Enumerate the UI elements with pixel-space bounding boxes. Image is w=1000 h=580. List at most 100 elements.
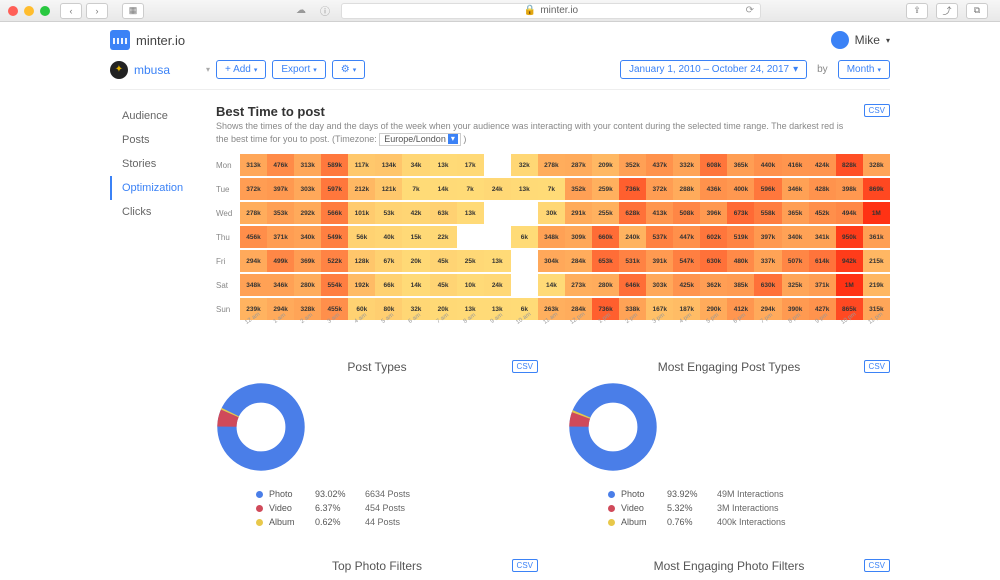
- heatmap-cell[interactable]: 14k: [402, 274, 429, 296]
- heatmap-cell[interactable]: 507k: [782, 250, 809, 272]
- heatmap-cell[interactable]: 278k: [538, 154, 565, 176]
- heatmap-cell[interactable]: 396k: [700, 202, 727, 224]
- heatmap-cell[interactable]: 34k: [402, 154, 429, 176]
- heatmap-cell[interactable]: 942k: [836, 250, 863, 272]
- heatmap-cell[interactable]: 353k: [267, 202, 294, 224]
- heatmap-cell[interactable]: 128k: [348, 250, 375, 272]
- heatmap-cell[interactable]: [484, 226, 511, 248]
- tabs-button[interactable]: ⧉: [966, 3, 988, 19]
- heatmap-cell[interactable]: 32k: [511, 154, 538, 176]
- csv-export-button[interactable]: CSV: [864, 559, 890, 572]
- heatmap-cell[interactable]: 14k: [538, 274, 565, 296]
- heatmap-cell[interactable]: 291k: [565, 202, 592, 224]
- csv-export-button[interactable]: CSV: [864, 360, 890, 373]
- csv-export-button[interactable]: CSV: [512, 559, 538, 572]
- heatmap-cell[interactable]: 391k: [646, 250, 673, 272]
- heatmap-cell[interactable]: 280k: [592, 274, 619, 296]
- heatmap-cell[interactable]: 630k: [700, 250, 727, 272]
- heatmap-cell[interactable]: 508k: [673, 202, 700, 224]
- heatmap-cell[interactable]: 292k: [294, 202, 321, 224]
- heatmap-cell[interactable]: 369k: [294, 250, 321, 272]
- heatmap-cell[interactable]: 348k: [538, 226, 565, 248]
- heatmap-cell[interactable]: 554k: [321, 274, 348, 296]
- heatmap-cell[interactable]: 304k: [538, 250, 565, 272]
- heatmap-cell[interactable]: 371k: [267, 226, 294, 248]
- heatmap-cell[interactable]: 30k: [538, 202, 565, 224]
- heatmap-cell[interactable]: 340k: [294, 226, 321, 248]
- heatmap-cell[interactable]: 1M: [836, 274, 863, 296]
- sidebar-item-posts[interactable]: Posts: [110, 128, 210, 152]
- heatmap-cell[interactable]: 424k: [809, 154, 836, 176]
- heatmap-cell[interactable]: 596k: [754, 178, 781, 200]
- heatmap-cell[interactable]: 425k: [673, 274, 700, 296]
- heatmap-cell[interactable]: 40k: [375, 226, 402, 248]
- heatmap-cell[interactable]: 134k: [375, 154, 402, 176]
- heatmap-cell[interactable]: 7k: [457, 178, 484, 200]
- heatmap-cell[interactable]: 13k: [430, 154, 457, 176]
- heatmap-cell[interactable]: 259k: [592, 178, 619, 200]
- heatmap-cell[interactable]: 42k: [402, 202, 429, 224]
- heatmap-cell[interactable]: 828k: [836, 154, 863, 176]
- heatmap-cell[interactable]: 45k: [430, 274, 457, 296]
- heatmap-cell[interactable]: 352k: [619, 154, 646, 176]
- heatmap-cell[interactable]: 440k: [754, 154, 781, 176]
- heatmap-cell[interactable]: 653k: [592, 250, 619, 272]
- heatmap-cell[interactable]: 630k: [754, 274, 781, 296]
- heatmap-cell[interactable]: [511, 202, 538, 224]
- heatmap-cell[interactable]: 10k: [457, 274, 484, 296]
- heatmap-cell[interactable]: 437k: [646, 154, 673, 176]
- heatmap-cell[interactable]: 121k: [375, 178, 402, 200]
- heatmap-cell[interactable]: 284k: [565, 250, 592, 272]
- back-button[interactable]: ‹: [60, 3, 82, 19]
- heatmap-cell[interactable]: [511, 250, 538, 272]
- heatmap-cell[interactable]: 348k: [240, 274, 267, 296]
- heatmap-cell[interactable]: 522k: [321, 250, 348, 272]
- heatmap-cell[interactable]: 309k: [565, 226, 592, 248]
- heatmap-cell[interactable]: [511, 274, 538, 296]
- info-icon[interactable]: ⓘ: [317, 4, 333, 18]
- heatmap-cell[interactable]: 13k: [484, 250, 511, 272]
- heatmap-cell[interactable]: 67k: [375, 250, 402, 272]
- date-range-picker[interactable]: January 1, 2010 – October 24, 2017 ▾: [620, 60, 807, 79]
- heatmap-cell[interactable]: 25k: [457, 250, 484, 272]
- heatmap-cell[interactable]: 117k: [348, 154, 375, 176]
- heatmap-cell[interactable]: 287k: [565, 154, 592, 176]
- heatmap-cell[interactable]: 63k: [430, 202, 457, 224]
- heatmap-cell[interactable]: 614k: [809, 250, 836, 272]
- heatmap-cell[interactable]: 602k: [700, 226, 727, 248]
- heatmap-cell[interactable]: 45k: [430, 250, 457, 272]
- export-button[interactable]: ⤴: [936, 3, 958, 19]
- heatmap-cell[interactable]: 480k: [727, 250, 754, 272]
- heatmap-cell[interactable]: [484, 154, 511, 176]
- heatmap-cell[interactable]: 7k: [402, 178, 429, 200]
- heatmap-cell[interactable]: 17k: [457, 154, 484, 176]
- heatmap-cell[interactable]: 398k: [836, 178, 863, 200]
- heatmap-cell[interactable]: 255k: [592, 202, 619, 224]
- close-window-icon[interactable]: [8, 6, 18, 16]
- heatmap-cell[interactable]: 365k: [727, 154, 754, 176]
- heatmap-cell[interactable]: 476k: [267, 154, 294, 176]
- sidebar-item-optimization[interactable]: Optimization: [110, 176, 210, 200]
- heatmap-cell[interactable]: 352k: [565, 178, 592, 200]
- heatmap-cell[interactable]: 549k: [321, 226, 348, 248]
- account-selector[interactable]: ✦ mbusa ▾: [110, 61, 210, 79]
- csv-export-button[interactable]: CSV: [512, 360, 538, 373]
- settings-button[interactable]: ⚙ ▾: [332, 60, 365, 79]
- heatmap-cell[interactable]: 346k: [782, 178, 809, 200]
- heatmap-cell[interactable]: 13k: [457, 202, 484, 224]
- heatmap-cell[interactable]: 547k: [673, 250, 700, 272]
- heatmap-cell[interactable]: 361k: [863, 226, 890, 248]
- heatmap-cell[interactable]: 646k: [619, 274, 646, 296]
- heatmap-cell[interactable]: 519k: [727, 226, 754, 248]
- heatmap-cell[interactable]: 365k: [782, 202, 809, 224]
- heatmap-cell[interactable]: 14k: [430, 178, 457, 200]
- heatmap-cell[interactable]: 589k: [321, 154, 348, 176]
- heatmap-cell[interactable]: 597k: [321, 178, 348, 200]
- forward-button[interactable]: ›: [86, 3, 108, 19]
- heatmap-cell[interactable]: 219k: [863, 274, 890, 296]
- heatmap-cell[interactable]: 452k: [809, 202, 836, 224]
- heatmap-cell[interactable]: 303k: [646, 274, 673, 296]
- heatmap-cell[interactable]: 53k: [375, 202, 402, 224]
- export-button[interactable]: Export ▾: [272, 60, 325, 79]
- heatmap-cell[interactable]: 328k: [863, 154, 890, 176]
